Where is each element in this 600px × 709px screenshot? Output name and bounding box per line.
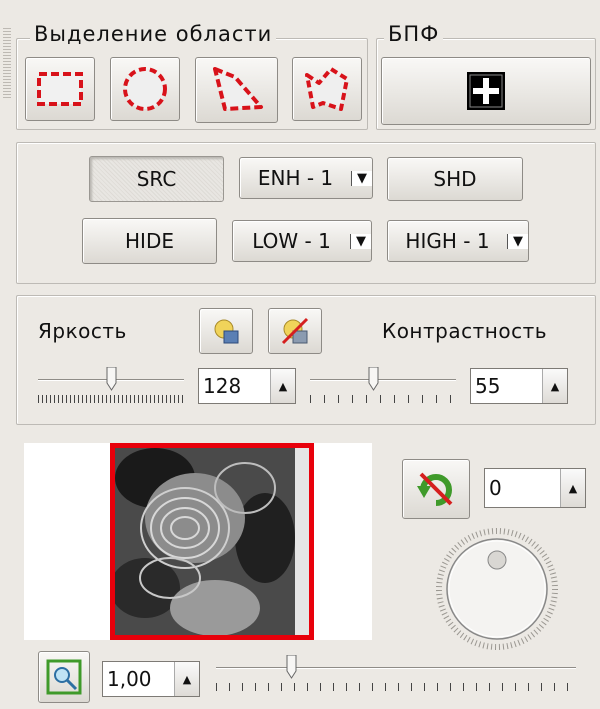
reset-adjust-button[interactable] [268, 308, 322, 354]
contrast-slider[interactable] [310, 367, 456, 411]
chevron-down-icon[interactable]: ▼ [351, 170, 372, 186]
zoom-ticks [216, 683, 576, 691]
fingerprint-image [115, 448, 309, 635]
contrast-track [310, 379, 456, 381]
chevron-down-icon[interactable]: ▼ [350, 233, 371, 249]
polygon-select-icon [212, 67, 263, 111]
zoom-track [216, 667, 576, 669]
freeform-select-button[interactable] [292, 57, 362, 121]
rotate-reset-button[interactable] [402, 459, 470, 519]
freeform-select-icon [305, 67, 349, 111]
zoom-slider[interactable] [216, 655, 576, 699]
preview-canvas[interactable] [24, 443, 372, 640]
brightness-label: Яркость [38, 319, 127, 343]
spin-up-icon[interactable]: ▲ [270, 369, 295, 403]
auto-adjust-icon [214, 319, 239, 344]
zoom-fit-icon [46, 659, 82, 695]
panel-grip[interactable] [3, 28, 11, 100]
contrast-ticks [310, 395, 456, 403]
brightness-slider[interactable] [38, 367, 184, 411]
rotation-value[interactable]: 0 [485, 476, 560, 500]
fft-cross-icon [467, 72, 505, 110]
src-button[interactable]: SRC [89, 156, 224, 202]
fft-button[interactable] [381, 57, 591, 125]
brightness-value[interactable]: 128 [199, 374, 270, 398]
low-combo[interactable]: LOW - 1 ▼ [232, 220, 372, 262]
rotate-reset-icon [417, 472, 453, 506]
rotation-dial-graphic [436, 528, 558, 650]
rect-select-icon [37, 72, 83, 106]
contrast-label: Контрастность [382, 319, 548, 343]
spin-up-icon[interactable]: ▲ [542, 369, 567, 403]
brightness-slider-thumb[interactable] [106, 367, 117, 391]
brightness-spinbox[interactable]: 128 ▲ [198, 368, 296, 404]
hide-button[interactable]: HIDE [82, 218, 217, 264]
preview-image-frame[interactable] [110, 443, 314, 640]
auto-adjust-button[interactable] [199, 308, 253, 354]
chevron-down-icon[interactable]: ▼ [507, 233, 528, 249]
zoom-slider-thumb[interactable] [286, 655, 297, 679]
shd-button[interactable]: SHD [387, 157, 523, 201]
ellipse-select-button[interactable] [110, 57, 180, 121]
rotation-spinbox[interactable]: 0 ▲ [484, 468, 586, 508]
contrast-spinbox[interactable]: 55 ▲ [470, 368, 568, 404]
reset-adjust-icon [281, 317, 309, 345]
spin-up-icon[interactable]: ▲ [560, 469, 585, 507]
brightness-ticks [38, 395, 184, 403]
fft-group-title: БПФ [384, 22, 444, 46]
spin-up-icon[interactable]: ▲ [174, 662, 199, 696]
enh-combo[interactable]: ENH - 1 ▼ [239, 157, 373, 199]
enh-combo-label: ENH - 1 [257, 166, 334, 190]
low-combo-label: LOW - 1 [252, 229, 331, 253]
zoom-spinbox[interactable]: 1,00 ▲ [102, 661, 200, 697]
rotation-dial[interactable] [428, 528, 566, 650]
high-combo[interactable]: HIGH - 1 ▼ [387, 220, 529, 262]
polygon-select-button[interactable] [195, 57, 278, 123]
zoom-fit-button[interactable] [38, 651, 90, 703]
contrast-slider-thumb[interactable] [368, 367, 379, 391]
contrast-value[interactable]: 55 [471, 374, 542, 398]
ellipse-select-icon [123, 67, 167, 111]
high-combo-label: HIGH - 1 [405, 229, 490, 253]
zoom-value[interactable]: 1,00 [103, 667, 174, 691]
rect-select-button[interactable] [25, 57, 95, 121]
selection-group-title: Выделение области [30, 22, 277, 46]
